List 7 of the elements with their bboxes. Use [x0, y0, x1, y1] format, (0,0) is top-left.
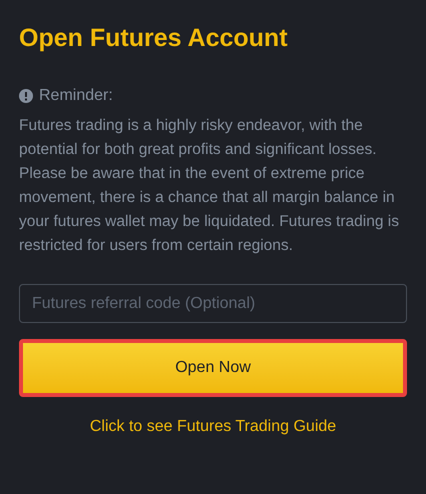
dialog-title: Open Futures Account	[19, 23, 289, 54]
exclamation-icon	[19, 89, 33, 103]
reminder-text: Futures trading is a highly risky endeavor, with the potential for both great profits and significant losses. Please be aware that in the event of extreme price movement, there is a chance that all margin balance in your futures wallet may be liquidated. Futures trading is restricted for users from certain regions.	[19, 116, 400, 256]
trading-guide-link[interactable]: Click to see Futures Trading Guide	[90, 415, 336, 439]
open-now-button[interactable]: Open Now	[19, 339, 407, 397]
reminder-label: Reminder:	[39, 86, 113, 106]
referral-code-field[interactable]: Futures referral code (Optional)	[19, 284, 407, 323]
